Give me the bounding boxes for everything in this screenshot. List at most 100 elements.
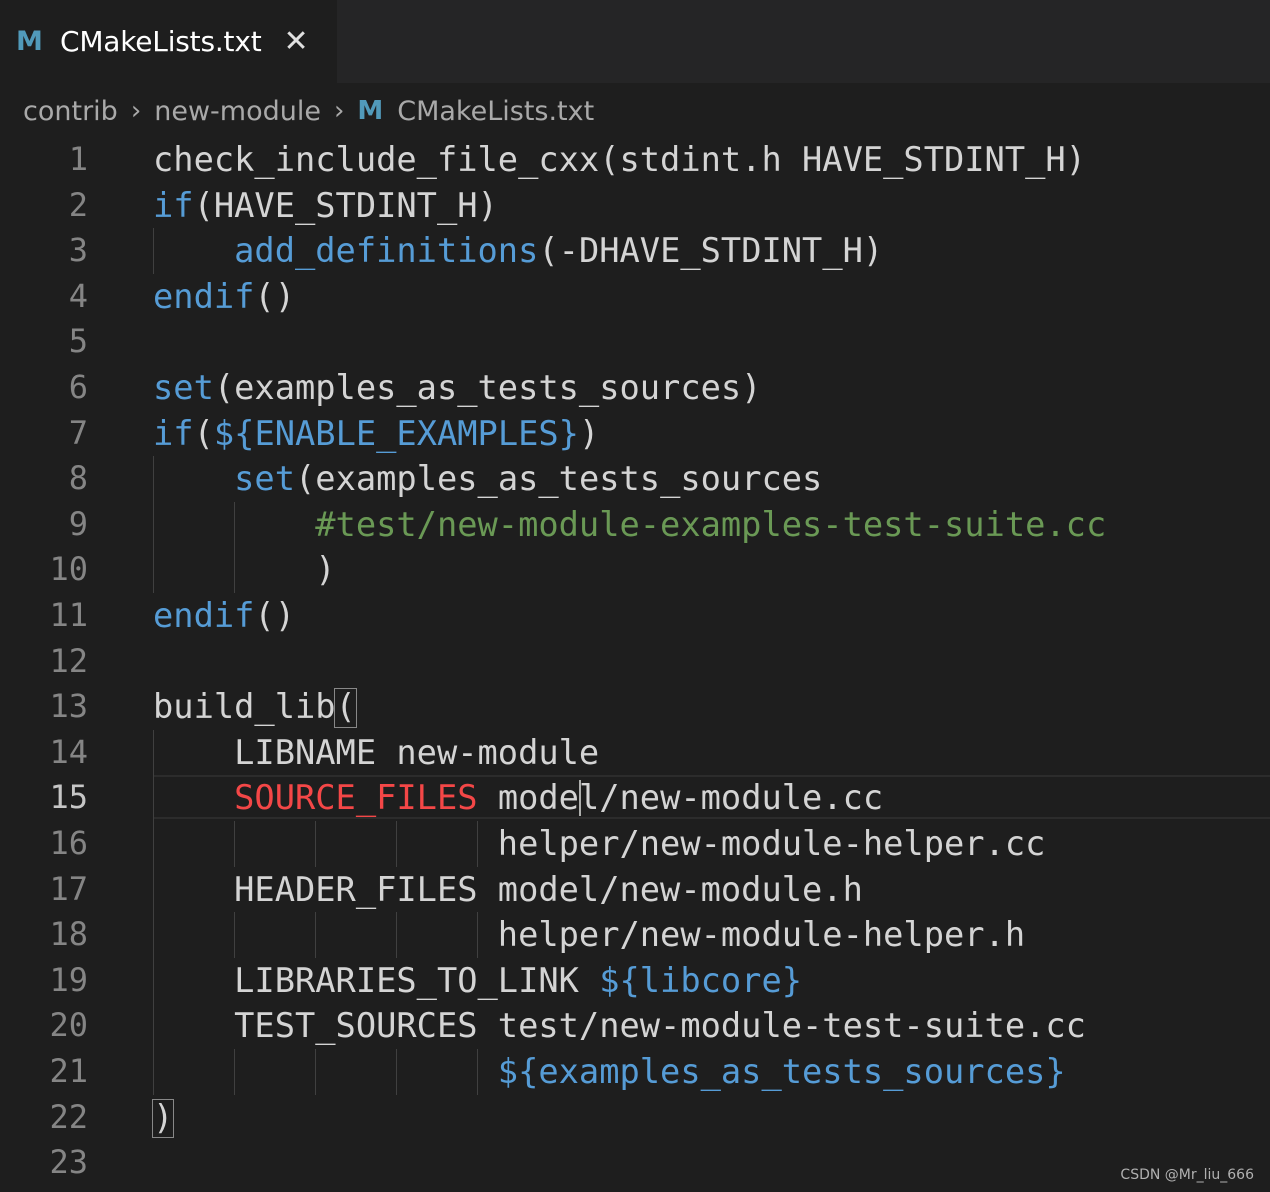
code-text[interactable]: LIBRARIES_TO_LINK ${libcore} [153,958,802,1004]
code-text[interactable]: ${examples_as_tests_sources} [153,1049,1066,1095]
code-text[interactable]: if(HAVE_STDINT_H) [153,183,498,229]
code-token: ) [578,413,600,453]
watermark: CSDN @Mr_liu_666 [1120,1167,1254,1183]
line-number: 6 [68,368,88,406]
line-number: 13 [49,687,88,726]
line-number: 11 [49,596,88,634]
code-token: () [254,276,295,316]
code-token: #test/new-module-examples-test-suite.cc [315,504,1107,544]
code-text[interactable]: HEADER_FILES model/new-module.h [153,867,863,913]
code-text[interactable]: add_definitions(-DHAVE_STDINT_H) [153,228,883,274]
code-line[interactable]: 14 LIBNAME new-module [0,730,1270,776]
code-token: (HAVE_STDINT_H) [193,185,498,225]
breadcrumb-item-file[interactable]: CMakeLists.txt [397,96,594,127]
line-number: 2 [68,185,88,224]
tab-cmakelists[interactable]: M CMakeLists.txt ✕ [0,0,337,83]
code-line[interactable]: 11 endif() [0,593,1270,639]
code-text[interactable]: endif() [153,274,295,320]
indent-guide [315,1049,316,1095]
indent-guide [396,1049,397,1095]
code-line[interactable]: 18 helper/new-module-helper.h [0,912,1270,958]
code-line[interactable]: 2 if(HAVE_STDINT_H) [0,183,1270,229]
line-number: 21 [49,1052,88,1090]
code-text[interactable]: SOURCE_FILES model/new-module.cc [153,775,883,821]
indent-guide [477,912,478,958]
code-editor[interactable]: 1 check_include_file_cxx(stdint.h HAVE_ST… [0,137,1270,1192]
code-line[interactable]: 12 [0,639,1270,685]
code-token: if [153,413,194,453]
line-number: 15 [49,778,88,817]
code-token: TEST_SOURCES test/new-module-test-suite.… [153,1006,1086,1046]
code-text[interactable]: ) [153,547,335,593]
line-number: 20 [49,1006,88,1045]
indent-guide [153,228,154,274]
indent-guide [477,1049,478,1095]
code-text[interactable]: TEST_SOURCES test/new-module-test-suite.… [153,1003,1086,1049]
code-line[interactable]: 4 endif() [0,274,1270,320]
line-number: 12 [49,641,88,680]
code-line[interactable]: 16 helper/new-module-helper.cc [0,821,1270,867]
tab-bar: M CMakeLists.txt ✕ [0,0,1270,83]
code-token: helper/new-module-helper.cc [153,824,1046,863]
code-line[interactable]: 20 TEST_SOURCES test/new-module-test-sui… [0,1003,1270,1049]
code-line[interactable]: 21 ${examples_as_tests_sources} [0,1049,1270,1095]
line-number: 5 [68,322,88,361]
bracket-match-highlight [334,688,357,728]
indent-guide [315,912,316,958]
breadcrumb-item-new-module[interactable]: new-module [154,96,321,127]
code-line[interactable]: 23 [0,1140,1270,1186]
code-line[interactable]: 7 if(${ENABLE_EXAMPLES}) [0,411,1270,457]
code-text[interactable]: helper/new-module-helper.h [153,912,1025,958]
code-text[interactable]: set(examples_as_tests_sources [153,456,822,502]
code-text[interactable]: build_lib( [153,684,356,730]
indent-guide [477,821,478,867]
code-token: if [153,185,194,225]
code-text[interactable]: #test/new-module-examples-test-suite.cc [153,502,1106,548]
code-line[interactable]: 13 build_lib( [0,684,1270,730]
code-text[interactable]: check_include_file_cxx(stdint.h HAVE_STD… [153,137,1086,183]
code-token: set [234,459,295,499]
line-number: 7 [68,413,88,452]
code-token: model/new-module.cc [477,778,884,818]
code-line[interactable]: 8 set(examples_as_tests_sources [0,456,1270,502]
indent-guide [315,821,316,867]
line-number: 4 [68,276,88,315]
code-token: endif [153,596,255,635]
code-line[interactable]: 6 set(examples_as_tests_sources) [0,365,1270,411]
code-line[interactable]: 22) [0,1095,1270,1141]
code-text[interactable]: set(examples_as_tests_sources) [153,365,761,411]
breadcrumb-item-contrib[interactable]: contrib [23,96,118,127]
line-number: 18 [49,915,88,954]
code-line[interactable]: 15 SOURCE_FILES model/new-module.cc [0,775,1270,821]
code-token: build_lib( [153,687,356,727]
code-line[interactable]: 19 LIBRARIES_TO_LINK ${libcore} [0,958,1270,1004]
code-token: check_include_file_cxx(stdint.h HAVE_STD… [153,140,1086,179]
indent-guide [234,912,235,958]
code-line[interactable]: 5 [0,319,1270,365]
code-token: endif [153,276,255,316]
code-text[interactable]: LIBNAME new-module [153,730,599,776]
code-text[interactable]: endif() [153,593,295,639]
code-text[interactable]: helper/new-module-helper.cc [153,821,1046,867]
close-icon[interactable]: ✕ [283,24,308,59]
code-text[interactable]: if(${ENABLE_EXAMPLES}) [153,411,599,457]
code-line[interactable]: 17 HEADER_FILES model/new-module.h [0,867,1270,913]
code-token: set [153,368,214,407]
code-line[interactable]: 3 add_definitions(-DHAVE_STDINT_H) [0,228,1270,274]
code-line[interactable]: 1 check_include_file_cxx(stdint.h HAVE_ST… [0,137,1270,183]
code-line[interactable]: 10 ) [0,547,1270,593]
code-token: (examples_as_tests_sources) [213,368,762,407]
bracket-match-highlight [152,1098,175,1139]
chevron-right-icon: › [130,96,142,126]
breadcrumb: contrib › new-module › M CMakeLists.txt [23,91,594,131]
text-cursor [579,780,582,816]
code-line[interactable]: 9 #test/new-module-examples-test-suite.c… [0,502,1270,548]
code-token: ${libcore} [599,960,803,1000]
line-number: 19 [49,960,88,999]
line-number: 23 [49,1143,88,1182]
indent-guide [234,501,235,593]
code-token: (examples_as_tests_sources [295,459,823,499]
indent-guide [153,456,154,593]
